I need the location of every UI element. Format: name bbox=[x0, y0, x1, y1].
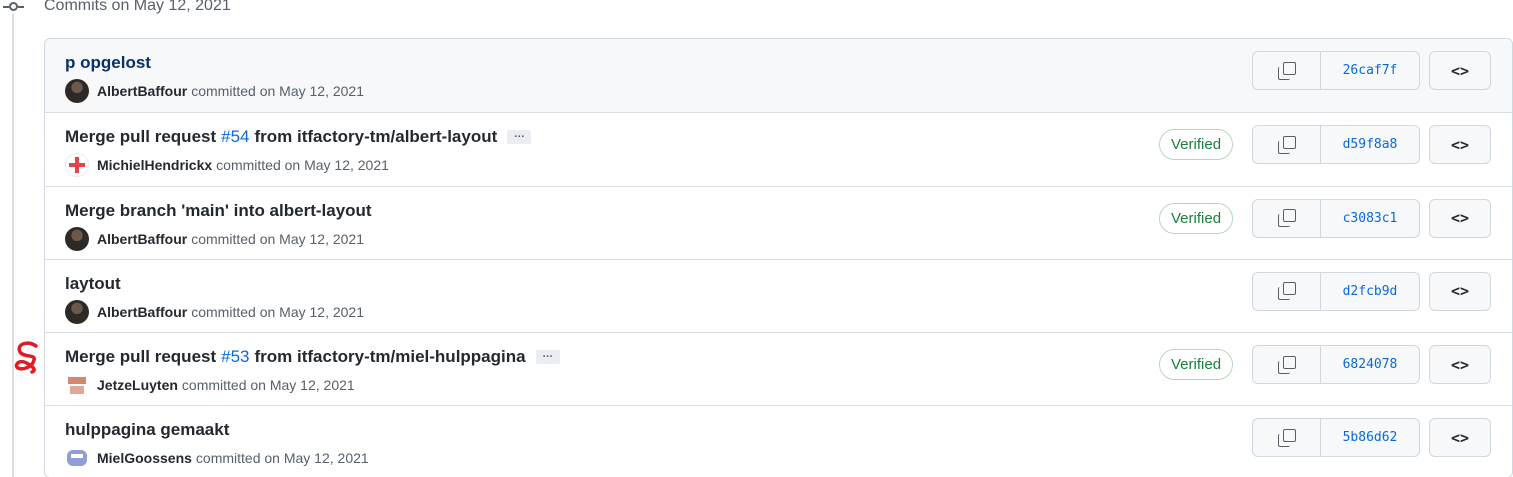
code-icon: <> bbox=[1450, 282, 1470, 301]
copy-sha-button[interactable] bbox=[1253, 272, 1321, 310]
author-link[interactable]: JetzeLuyten bbox=[97, 377, 178, 393]
commit-title-link[interactable]: laytout bbox=[65, 274, 121, 294]
author-link[interactable]: AlbertBaffour bbox=[97, 231, 187, 247]
commit-message[interactable]: p opgelost bbox=[65, 53, 151, 73]
commit-meta: JetzeLuyten committed on May 12, 2021 bbox=[65, 373, 355, 398]
commit-sha-link[interactable]: 5b86d62 bbox=[1321, 419, 1419, 456]
code-icon: <> bbox=[1450, 61, 1470, 80]
browse-repo-button[interactable]: <> bbox=[1429, 198, 1491, 238]
commit-message: hulppagina gemaakt bbox=[65, 420, 229, 440]
browse-repo-button[interactable]: <> bbox=[1429, 51, 1491, 90]
pull-request-link[interactable]: #53 bbox=[221, 347, 249, 367]
commit-date: committed on May 12, 2021 bbox=[216, 157, 389, 174]
commit-date: committed on May 12, 2021 bbox=[181, 377, 355, 394]
author-link[interactable]: MichielHendrickx bbox=[97, 157, 212, 173]
git-commit-icon bbox=[3, 0, 24, 14]
copy-sha-button[interactable] bbox=[1253, 419, 1321, 457]
commit-title-link[interactable]: Merge pull request bbox=[65, 347, 216, 367]
commit-title-link[interactable]: from itfactory-tm/albert-layout bbox=[255, 127, 498, 147]
copy-icon bbox=[1277, 135, 1296, 154]
verified-badge[interactable]: Verified bbox=[1159, 129, 1234, 161]
commit-sha-link[interactable]: c3083c1 bbox=[1321, 200, 1419, 237]
browse-repo-button[interactable]: <> bbox=[1429, 345, 1491, 385]
commit-date: committed on May 12, 2021 bbox=[191, 83, 364, 99]
code-icon: <> bbox=[1450, 355, 1470, 374]
code-icon: <> bbox=[1450, 135, 1470, 154]
commit-meta: MielGoossens committed on May 12, 2021 bbox=[65, 446, 369, 471]
copy-icon bbox=[1277, 428, 1296, 447]
commit-sha-group: d59f8a8 bbox=[1252, 125, 1420, 165]
commit-title-link[interactable]: p opgelost bbox=[65, 53, 151, 73]
code-icon: <> bbox=[1450, 209, 1470, 228]
browse-repo-button[interactable]: <> bbox=[1429, 418, 1491, 458]
pull-request-link[interactable]: #54 bbox=[221, 127, 249, 147]
avatar[interactable] bbox=[65, 79, 89, 103]
commit-title-link[interactable]: hulppagina gemaakt bbox=[65, 420, 229, 440]
copy-icon bbox=[1277, 61, 1296, 80]
copy-sha-button[interactable] bbox=[1253, 126, 1321, 164]
commit-sha-group: 26caf7f bbox=[1252, 51, 1420, 90]
commit-row: Merge branch 'main' into albert-layout A… bbox=[45, 185, 1512, 259]
commit-sha-group: 6824078 bbox=[1252, 345, 1420, 385]
commit-row: Merge pull request #54 from itfactory-tm… bbox=[45, 112, 1512, 186]
author-link[interactable]: AlbertBaffour bbox=[97, 83, 187, 99]
copy-sha-button[interactable] bbox=[1253, 199, 1321, 237]
commit-message: Merge pull request #54 from itfactory-tm… bbox=[65, 127, 532, 147]
browse-repo-button[interactable]: <> bbox=[1429, 271, 1491, 311]
commit-group-title: Commits on May 12, 2021 bbox=[44, 0, 231, 14]
commit-date: committed on May 12, 2021 bbox=[191, 303, 364, 320]
verified-badge[interactable]: Verified bbox=[1159, 349, 1234, 381]
verified-badge[interactable]: Verified bbox=[1159, 202, 1234, 234]
commit-sha-group: 5b86d62 bbox=[1252, 418, 1420, 458]
avatar[interactable] bbox=[65, 373, 89, 398]
commit-row: laytout AlbertBaffour committed on May 1… bbox=[45, 258, 1512, 333]
commit-row: p opgelost AlbertBaffour committed on Ma… bbox=[45, 39, 1512, 113]
commit-sha-link[interactable]: 26caf7f bbox=[1321, 52, 1419, 89]
commit-date: committed on May 12, 2021 bbox=[191, 230, 364, 247]
commit-sha-link[interactable]: d59f8a8 bbox=[1321, 126, 1419, 163]
copy-sha-button[interactable] bbox=[1253, 52, 1321, 89]
commit-row: Merge pull request #53 from itfactory-tm… bbox=[45, 332, 1512, 406]
avatar[interactable] bbox=[65, 153, 89, 178]
commit-message: Merge branch 'main' into albert-layout bbox=[65, 201, 372, 221]
commit-sha-group: d2fcb9d bbox=[1252, 271, 1420, 311]
avatar[interactable] bbox=[65, 299, 89, 324]
timeline-line bbox=[12, 14, 14, 477]
copy-icon bbox=[1277, 209, 1296, 228]
commit-meta: AlbertBaffour committed on May 12, 2021 bbox=[65, 79, 364, 103]
annotation-scribble bbox=[14, 341, 38, 374]
expand-message-button[interactable]: … bbox=[535, 349, 560, 365]
commit-date: committed on May 12, 2021 bbox=[195, 450, 369, 467]
author-link[interactable]: MielGoossens bbox=[97, 450, 192, 466]
avatar[interactable] bbox=[65, 446, 89, 471]
author-link[interactable]: AlbertBaffour bbox=[97, 304, 187, 320]
commit-sha-link[interactable]: d2fcb9d bbox=[1321, 273, 1419, 310]
code-icon: <> bbox=[1450, 428, 1470, 447]
commit-title-link[interactable]: from itfactory-tm/miel-hulppagina bbox=[255, 347, 526, 367]
commit-sha-link[interactable]: 6824078 bbox=[1321, 346, 1419, 383]
commit-title-link[interactable]: Merge branch 'main' into albert-layout bbox=[65, 201, 372, 221]
commit-meta: MichielHendrickx committed on May 12, 20… bbox=[65, 153, 389, 178]
commit-list: p opgelost AlbertBaffour committed on Ma… bbox=[44, 38, 1513, 477]
commit-meta: AlbertBaffour committed on May 12, 2021 bbox=[65, 299, 364, 324]
commit-message: laytout bbox=[65, 274, 121, 294]
commit-sha-group: c3083c1 bbox=[1252, 198, 1420, 238]
avatar[interactable] bbox=[65, 226, 89, 251]
copy-icon bbox=[1277, 282, 1296, 301]
copy-sha-button[interactable] bbox=[1253, 346, 1321, 384]
expand-message-button[interactable]: … bbox=[507, 129, 532, 145]
copy-icon bbox=[1277, 355, 1296, 374]
commit-meta: AlbertBaffour committed on May 12, 2021 bbox=[65, 226, 364, 251]
commit-message: Merge pull request #53 from itfactory-tm… bbox=[65, 347, 560, 367]
browse-repo-button[interactable]: <> bbox=[1429, 125, 1491, 165]
commit-row: hulppagina gemaakt MielGoossens committe… bbox=[45, 405, 1512, 477]
commit-title-link[interactable]: Merge pull request bbox=[65, 127, 216, 147]
